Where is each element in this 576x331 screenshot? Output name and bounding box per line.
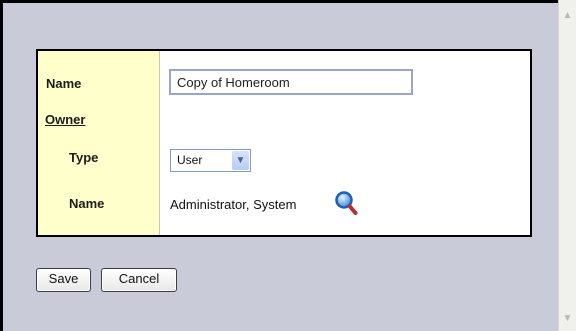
owner-name-value: Administrator, System [170, 197, 297, 212]
cancel-button[interactable]: Cancel [101, 268, 177, 292]
owner-name-label: Name [69, 196, 105, 211]
name-input[interactable] [169, 69, 413, 95]
owner-label-link[interactable]: Owner [45, 112, 85, 127]
type-label: Type [69, 150, 99, 165]
vertical-scrollbar[interactable]: ▲ ▼ [558, 0, 576, 331]
owner-type-value: User [177, 153, 203, 167]
magnifier-icon[interactable] [334, 190, 358, 216]
name-label: Name [46, 76, 82, 91]
scroll-up-arrow-icon[interactable]: ▲ [560, 8, 575, 24]
owner-type-select[interactable]: User ▼ [170, 149, 251, 172]
form-panel: Name Owner Type Name User ▼ Administrato… [36, 49, 532, 237]
scroll-down-arrow-icon[interactable]: ▼ [560, 311, 575, 327]
chevron-down-icon[interactable]: ▼ [232, 151, 249, 170]
dialog-frame: Name Owner Type Name User ▼ Administrato… [0, 0, 558, 331]
save-button[interactable]: Save [36, 268, 91, 292]
